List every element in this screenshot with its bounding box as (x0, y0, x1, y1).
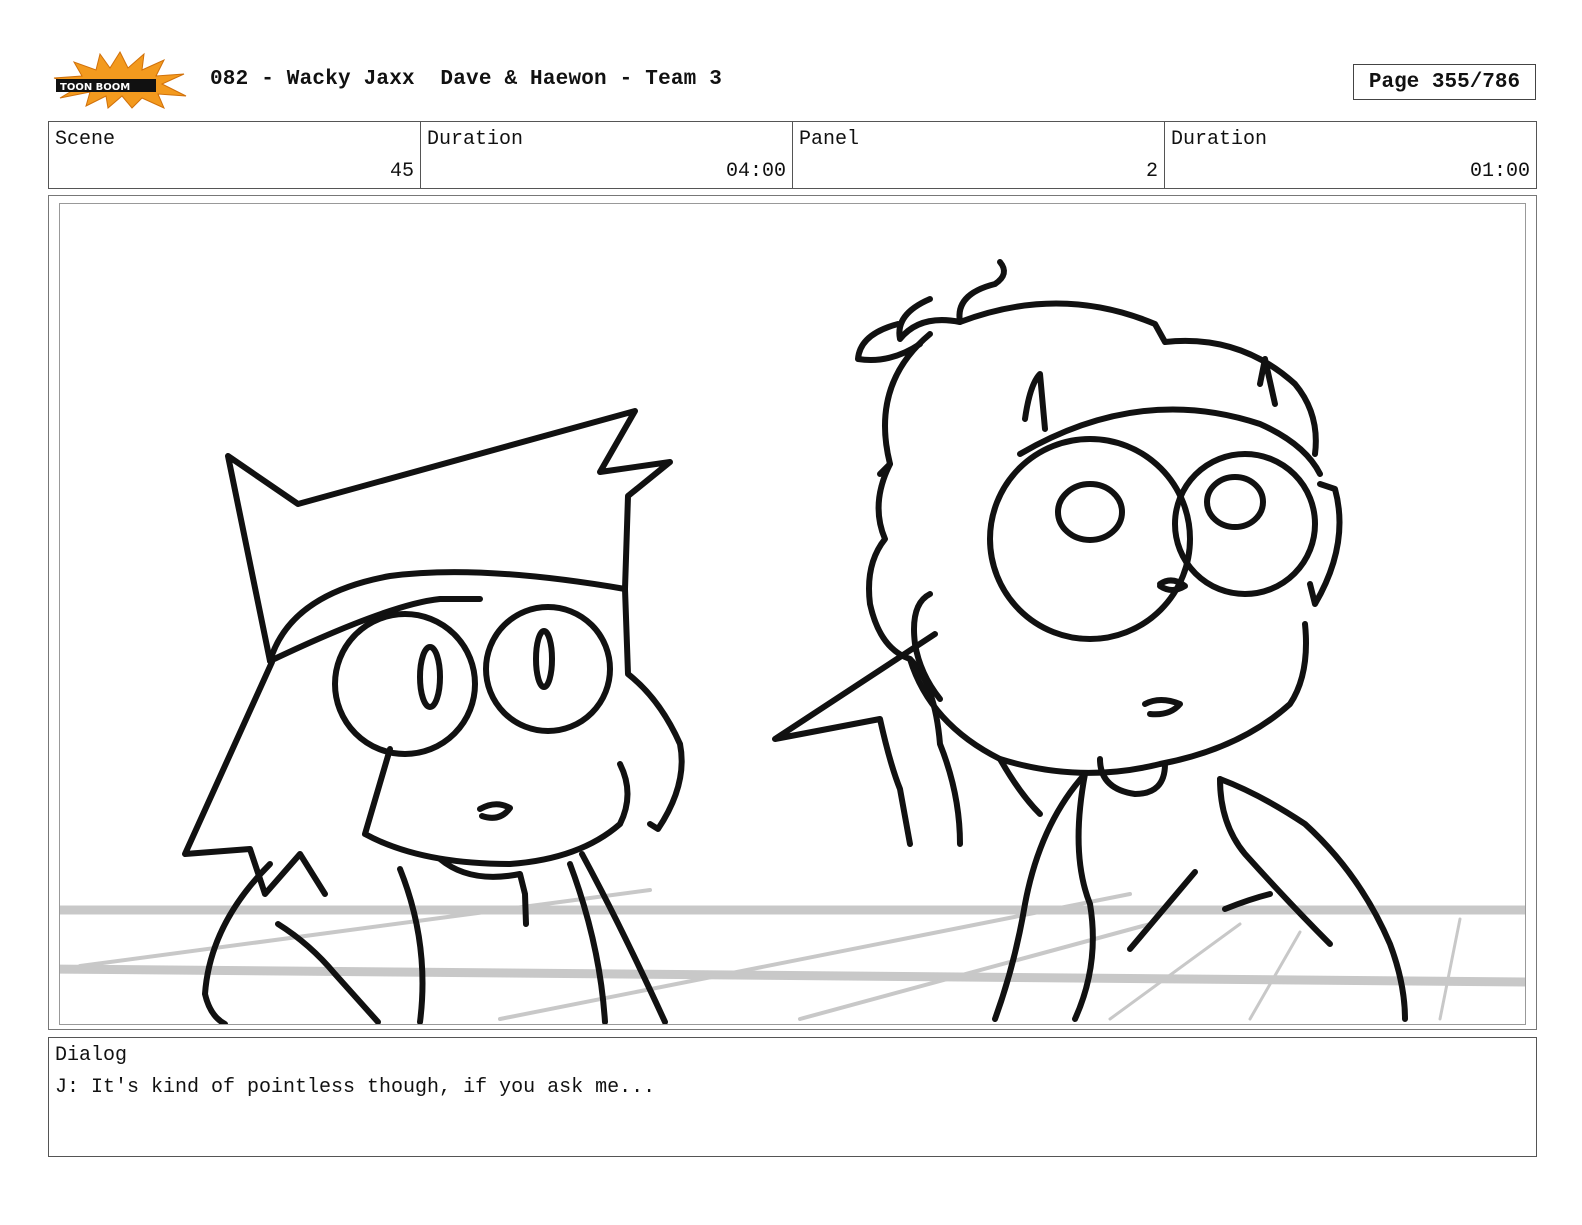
dialog-box: Dialog J: It's kind of pointless though,… (48, 1037, 1537, 1157)
dialog-label: Dialog (55, 1044, 128, 1067)
panel-duration-cell: Duration 01:00 (1165, 122, 1536, 188)
scene-duration-label: Duration (427, 128, 524, 151)
scene-value: 45 (389, 160, 414, 183)
panel-cell: Panel 2 (793, 122, 1165, 188)
left-character-sketch (182, 408, 685, 1024)
logo-text: TOON BOOM (60, 82, 130, 93)
panel-value: 2 (1145, 160, 1158, 183)
panel-frame (59, 203, 1526, 1025)
scene-label: Scene (55, 128, 116, 151)
scene-duration-value: 04:00 (725, 160, 786, 183)
storyboard-title: 082 - Wacky Jaxx Dave & Haewon - Team 3 (210, 68, 723, 91)
storyboard-sketch (60, 259, 1525, 1024)
right-character-sketch (772, 259, 1408, 1022)
toon-boom-logo: TOON BOOM (53, 50, 187, 109)
panel-duration-value: 01:00 (1469, 160, 1530, 183)
background-guide-lines (60, 888, 1525, 1021)
page-indicator: Page 355/786 (1353, 64, 1536, 100)
panel-label: Panel (799, 128, 860, 151)
dialog-text: J: It's kind of pointless though, if you… (55, 1076, 656, 1099)
scene-cell: Scene 45 (49, 122, 421, 188)
panel-info-row: Scene 45 Duration 04:00 Panel 2 Duration… (48, 121, 1537, 189)
panel-duration-label: Duration (1171, 128, 1268, 151)
scene-duration-cell: Duration 04:00 (421, 122, 793, 188)
